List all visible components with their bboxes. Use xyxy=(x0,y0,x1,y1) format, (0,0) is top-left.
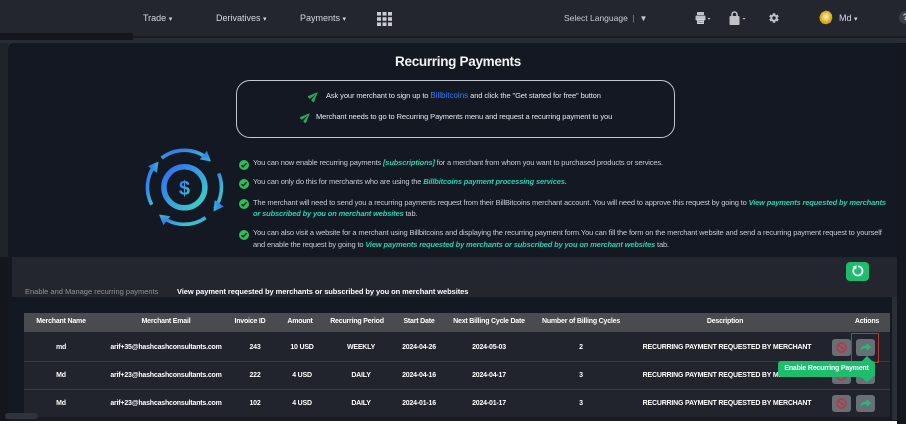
svg-text:$: $ xyxy=(179,178,190,200)
